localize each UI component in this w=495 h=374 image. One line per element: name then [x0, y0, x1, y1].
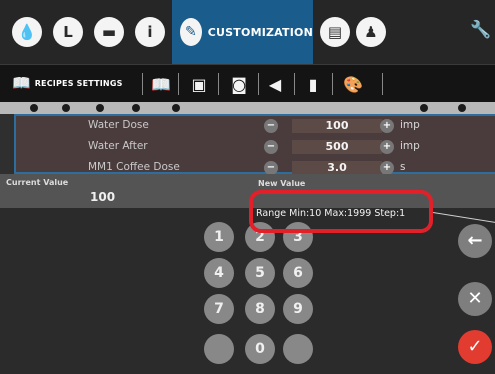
dot	[96, 104, 104, 112]
tab-customization[interactable]: ✎ CUSTOMIZATION	[172, 0, 313, 64]
key-9[interactable]: 9	[283, 294, 313, 324]
divider	[218, 73, 219, 95]
screen-icon[interactable]: ▣	[186, 73, 212, 95]
new-value-label: New Value	[258, 179, 306, 188]
usb-icon[interactable]: ▮	[300, 73, 326, 95]
key-5[interactable]: 5	[245, 258, 275, 288]
range-info-text: Range Min:10 Max:1999 Step:1	[256, 208, 406, 219]
increment-button[interactable]: +	[380, 119, 394, 133]
setting-unit: s	[400, 161, 406, 173]
settings-subbar: 📖 RECIPES SETTINGS 📖 ▣ ◙ ◀ ▮ 🎨	[0, 64, 495, 102]
wrench-icon[interactable]: 🔧	[470, 20, 491, 40]
speaker-icon[interactable]: ◀	[262, 73, 288, 95]
divider	[332, 73, 333, 95]
key-4[interactable]: 4	[204, 258, 234, 288]
divider	[178, 73, 179, 95]
recipe-dots-strip	[0, 102, 495, 114]
setting-name: Water After	[88, 140, 148, 152]
increment-button[interactable]: +	[380, 161, 394, 175]
pencil-icon: ✎	[180, 18, 202, 46]
photo-icon[interactable]: ◙	[226, 73, 252, 95]
key-6[interactable]: 6	[283, 258, 313, 288]
open-book-icon: 📖	[12, 74, 31, 92]
decrement-button[interactable]: −	[264, 140, 278, 154]
dot	[30, 104, 38, 112]
dot	[172, 104, 180, 112]
increment-button[interactable]: +	[380, 140, 394, 154]
confirm-button[interactable]: ✓	[458, 330, 492, 364]
decrement-button[interactable]: −	[264, 119, 278, 133]
setting-unit: imp	[400, 140, 420, 152]
key-decimal[interactable]	[283, 334, 313, 364]
key-blank-left[interactable]	[204, 334, 234, 364]
setting-name: Water Dose	[88, 119, 149, 131]
backspace-button[interactable]: ←	[458, 224, 492, 258]
divider	[294, 73, 295, 95]
book-icon[interactable]: 📖	[148, 73, 174, 95]
folder-icon[interactable]: ▬	[94, 17, 124, 47]
divider	[142, 73, 143, 95]
machine-screen: 💧 L ▬ i ✎ CUSTOMIZATION ▤ ♟ 🔧 📖 RECIPES …	[0, 0, 495, 374]
divider	[258, 73, 259, 95]
setting-unit: imp	[400, 119, 420, 131]
setting-value[interactable]: 500	[292, 140, 382, 154]
list-icon[interactable]: ▤	[320, 17, 350, 47]
dot	[420, 104, 428, 112]
tab-customization-label: CUSTOMIZATION	[207, 25, 313, 39]
key-7[interactable]: 7	[204, 294, 234, 324]
divider	[382, 73, 383, 95]
person-icon[interactable]: ♟	[356, 17, 386, 47]
dot	[132, 104, 140, 112]
tab-recipes-settings[interactable]: 📖 RECIPES SETTINGS	[12, 74, 123, 92]
setting-row-water-dose[interactable]: Water Dose − 100 + imp	[16, 116, 495, 136]
key-0[interactable]: 0	[245, 334, 275, 364]
water-drop-icon[interactable]: 💧	[12, 17, 42, 47]
current-value: 100	[90, 190, 116, 204]
current-value-label: Current Value	[6, 178, 69, 187]
clock-icon[interactable]: L	[53, 17, 83, 47]
setting-value[interactable]: 3.0	[292, 161, 382, 175]
dot	[458, 104, 466, 112]
decrement-button[interactable]: −	[264, 161, 278, 175]
setting-value[interactable]: 100	[292, 119, 382, 133]
key-1[interactable]: 1	[204, 222, 234, 252]
setting-row-water-after[interactable]: Water After − 500 + imp	[16, 137, 495, 157]
info-icon[interactable]: i	[135, 17, 165, 47]
tab-recipes-settings-label: RECIPES SETTINGS	[34, 78, 123, 88]
recipe-settings-list: Water Dose − 100 + imp Water After − 500…	[14, 114, 495, 175]
dot	[62, 104, 70, 112]
setting-name: MM1 Coffee Dose	[88, 161, 180, 173]
palette-icon[interactable]: 🎨	[340, 73, 366, 95]
cancel-button[interactable]: ✕	[458, 282, 492, 316]
top-nav-bar: 💧 L ▬ i ✎ CUSTOMIZATION ▤ ♟ 🔧	[0, 0, 495, 64]
key-8[interactable]: 8	[245, 294, 275, 324]
